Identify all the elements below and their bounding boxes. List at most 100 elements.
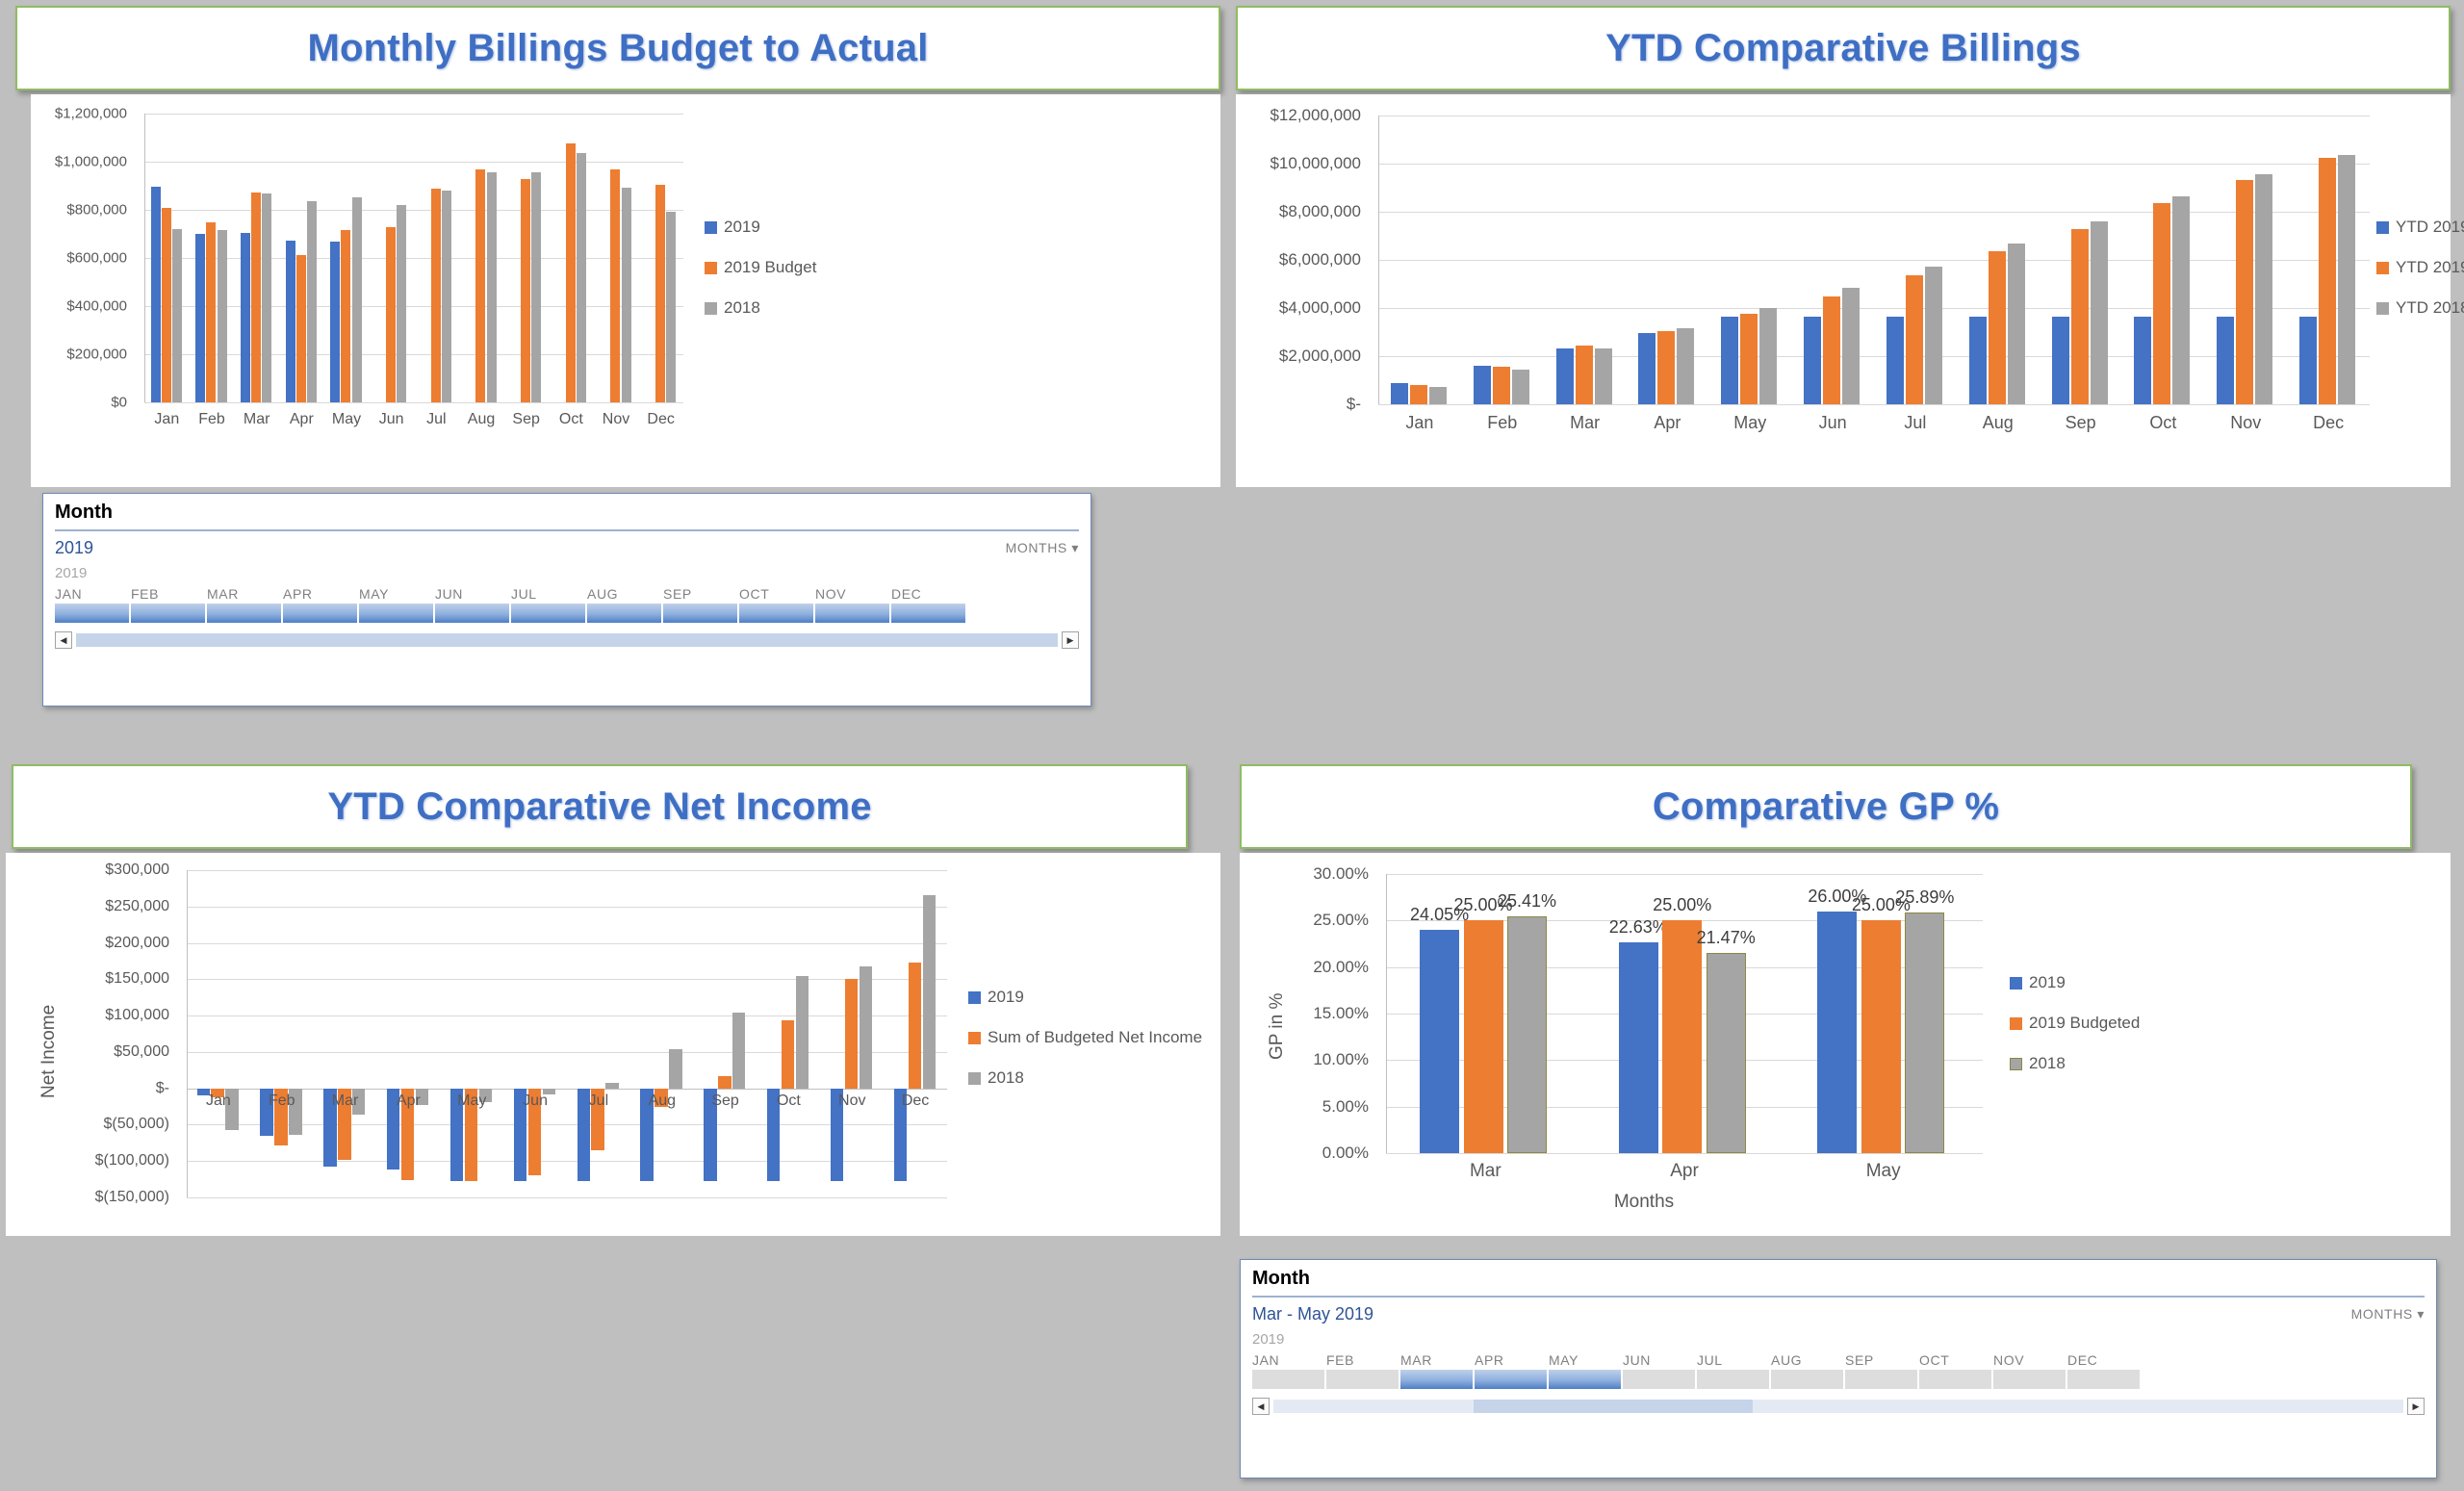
- bar[interactable]: [605, 1083, 619, 1089]
- legend-item[interactable]: 2018: [705, 298, 816, 318]
- bar[interactable]: [591, 1088, 604, 1150]
- bar[interactable]: [576, 152, 586, 402]
- legend-item[interactable]: 2019: [2010, 973, 2140, 992]
- bar[interactable]: [542, 1088, 555, 1094]
- bar[interactable]: [260, 1088, 273, 1136]
- bar[interactable]: [1823, 296, 1841, 404]
- legend-item[interactable]: 2019 Budget: [705, 258, 816, 277]
- slicer-month-cell-jan[interactable]: [55, 604, 129, 623]
- bar[interactable]: [893, 1088, 908, 1181]
- slicer-month-cell-sep[interactable]: [663, 604, 737, 623]
- bar[interactable]: [1638, 332, 1656, 404]
- slicer-month-cell-sep[interactable]: [1845, 1370, 1917, 1389]
- slicer-month-cell-mar[interactable]: [207, 604, 281, 623]
- bar[interactable]: [2338, 155, 2356, 404]
- right-arrow-icon[interactable]: ▶: [1062, 631, 1079, 649]
- bar[interactable]: [285, 240, 295, 402]
- bar[interactable]: [306, 200, 317, 402]
- bar[interactable]: [621, 187, 631, 402]
- bar[interactable]: [781, 1020, 795, 1089]
- bar[interactable]: [217, 229, 227, 402]
- bar[interactable]: [195, 234, 206, 402]
- bar[interactable]: [289, 1088, 302, 1135]
- bar[interactable]: [251, 192, 262, 402]
- slicer-month-cell-jun[interactable]: [435, 604, 509, 623]
- bar[interactable]: [400, 1088, 415, 1180]
- bar[interactable]: [387, 1088, 400, 1170]
- bar[interactable]: [206, 222, 217, 402]
- slicer-month-cell-nov[interactable]: [1993, 1370, 2066, 1389]
- bar[interactable]: [441, 190, 451, 402]
- slicer-level-dropdown[interactable]: MONTHS ▾: [2351, 1306, 2425, 1323]
- bar[interactable]: [1662, 920, 1703, 1153]
- bar[interactable]: [640, 1088, 654, 1181]
- bar[interactable]: [262, 193, 272, 402]
- bar[interactable]: [211, 1088, 224, 1098]
- slicer-month-cell-may[interactable]: [1549, 1370, 1621, 1389]
- bar[interactable]: [2007, 244, 2025, 404]
- bar[interactable]: [1657, 330, 1676, 404]
- bar[interactable]: [2217, 316, 2235, 404]
- timeline-slicer-bottom[interactable]: Month Mar - May 2019 MONTHS ▾ 2019 JAN FE…: [1240, 1259, 2437, 1478]
- bar[interactable]: [1905, 274, 1923, 404]
- legend-item[interactable]: YTD 2019: [2376, 218, 2464, 237]
- bar[interactable]: [908, 962, 922, 1089]
- bar[interactable]: [2236, 180, 2254, 404]
- bar[interactable]: [1428, 386, 1447, 404]
- legend-item[interactable]: 2018: [2010, 1054, 2140, 1073]
- bar[interactable]: [171, 228, 182, 402]
- bar[interactable]: [295, 255, 306, 402]
- slicer-month-cell-mar[interactable]: [1400, 1370, 1473, 1389]
- slicer-month-cell-apr[interactable]: [1475, 1370, 1547, 1389]
- bar[interactable]: [565, 143, 576, 402]
- legend-item[interactable]: 2019 Budgeted: [2010, 1014, 2140, 1033]
- bar[interactable]: [478, 1088, 493, 1102]
- bar[interactable]: [1594, 348, 1612, 404]
- bar[interactable]: [527, 1088, 542, 1175]
- scroll-thumb[interactable]: [1474, 1400, 1753, 1413]
- slicer-scrollbar[interactable]: ◀ ▶: [1252, 1397, 2425, 1416]
- bar[interactable]: [397, 204, 407, 402]
- slicer-month-cell-dec[interactable]: [891, 604, 965, 623]
- bar[interactable]: [1968, 316, 1987, 404]
- bar[interactable]: [1706, 953, 1746, 1153]
- bar[interactable]: [669, 1048, 682, 1089]
- bar[interactable]: [1721, 316, 1739, 404]
- slicer-month-cells[interactable]: [55, 604, 1079, 623]
- bar[interactable]: [2051, 316, 2069, 404]
- bar[interactable]: [655, 185, 666, 402]
- slicer-month-cell-jun[interactable]: [1623, 1370, 1695, 1389]
- slicer-month-cell-nov[interactable]: [815, 604, 889, 623]
- bar[interactable]: [1842, 288, 1861, 404]
- slicer-month-cell-jan[interactable]: [1252, 1370, 1324, 1389]
- timeline-slicer-top[interactable]: Month 2019 MONTHS ▾ 2019 JAN FEB MAR APR MAY…: [42, 493, 1091, 707]
- bar[interactable]: [922, 895, 936, 1089]
- slicer-month-cells[interactable]: [1252, 1370, 2425, 1389]
- bar[interactable]: [1886, 316, 1904, 404]
- bar[interactable]: [352, 1088, 366, 1115]
- bar[interactable]: [1905, 912, 1945, 1153]
- slicer-month-cell-dec[interactable]: [2067, 1370, 2140, 1389]
- bar[interactable]: [830, 1088, 844, 1181]
- bar[interactable]: [513, 1088, 527, 1181]
- bar[interactable]: [2319, 158, 2337, 404]
- bar[interactable]: [1988, 251, 2006, 404]
- bar[interactable]: [610, 168, 621, 402]
- bar[interactable]: [1804, 316, 1822, 404]
- bar[interactable]: [767, 1088, 781, 1181]
- bar[interactable]: [430, 188, 441, 402]
- bar[interactable]: [1924, 267, 1942, 404]
- bar[interactable]: [1492, 367, 1510, 404]
- bar[interactable]: [1507, 916, 1547, 1153]
- bar[interactable]: [415, 1088, 429, 1106]
- slicer-month-cell-feb[interactable]: [131, 604, 205, 623]
- bar[interactable]: [521, 178, 531, 402]
- bar[interactable]: [341, 230, 351, 402]
- bar[interactable]: [240, 233, 250, 402]
- bar[interactable]: [704, 1088, 717, 1181]
- bar[interactable]: [2070, 229, 2089, 404]
- bar[interactable]: [1677, 328, 1695, 404]
- bar[interactable]: [1390, 382, 1408, 404]
- left-arrow-icon[interactable]: ◀: [55, 631, 72, 649]
- right-arrow-icon[interactable]: ▶: [2407, 1398, 2425, 1415]
